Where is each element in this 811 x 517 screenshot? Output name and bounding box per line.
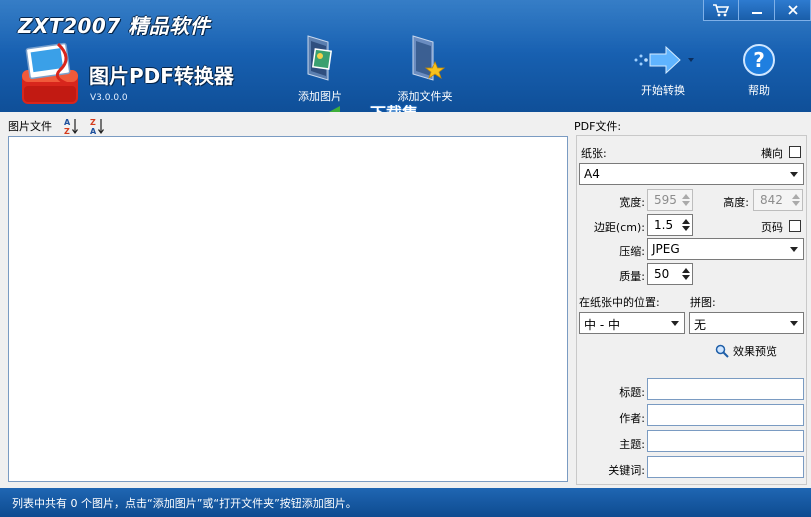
status-bar: 列表中共有 0 个图片，点击“添加图片”或“打开文件夹”按钮添加图片。	[0, 488, 811, 517]
status-text: 列表中共有 0 个图片，点击“添加图片”或“打开文件夹”按钮添加图片。	[12, 497, 357, 510]
sort-az-icon[interactable]: A Z	[64, 117, 78, 135]
quality-label: 质量:	[619, 270, 645, 283]
add-image-label: 添加图片	[298, 90, 342, 103]
doc-subject-input[interactable]	[647, 430, 804, 452]
landscape-checkbox[interactable]	[789, 146, 801, 158]
spin-down-icon	[682, 201, 690, 206]
magnifier-icon	[715, 344, 729, 358]
doc-author-input[interactable]	[647, 404, 804, 426]
width-value: 595	[654, 193, 677, 207]
add-image-icon	[307, 35, 333, 81]
compress-select-value: JPEG	[652, 242, 680, 256]
spin-down-icon[interactable]	[682, 226, 690, 231]
chevron-down-icon	[790, 247, 798, 252]
width-label: 宽度:	[619, 196, 645, 209]
position-select-value: 中 - 中	[584, 318, 620, 332]
position-label: 在纸张中的位置:	[579, 296, 660, 309]
minimize-button[interactable]	[739, 0, 775, 21]
compress-select[interactable]: JPEG	[647, 238, 804, 260]
app-title: 图片PDF转换器	[89, 64, 234, 88]
quality-value: 50	[654, 267, 670, 281]
cart-button[interactable]	[703, 0, 739, 21]
height-stepper: 842	[753, 189, 803, 211]
margin-value: 1.5	[654, 218, 674, 232]
chevron-down-icon	[790, 321, 798, 326]
width-stepper: 595	[647, 189, 693, 211]
start-convert-button[interactable]: 开始转换	[628, 42, 698, 98]
page-number-checkbox[interactable]	[789, 220, 801, 232]
doc-keywords-label: 关键词:	[608, 464, 645, 477]
title-bar-header: ZXT2007 精品软件 图片PDF转换器 V3.0.0.0 添加图片 添加文件…	[0, 0, 811, 112]
svg-text:A: A	[64, 118, 71, 127]
close-icon	[787, 5, 798, 15]
help-button[interactable]: ? 帮助	[736, 42, 782, 98]
spin-up-icon[interactable]	[682, 219, 690, 224]
spin-down-icon	[792, 201, 800, 206]
compress-label: 压缩:	[619, 245, 645, 258]
app-version: V3.0.0.0	[90, 93, 128, 103]
margin-stepper[interactable]: 1.5	[647, 214, 693, 236]
image-list-header: 图片文件 A Z Z A	[8, 116, 104, 136]
app-logo-icon	[22, 42, 78, 104]
quality-stepper[interactable]: 50	[647, 263, 693, 285]
doc-title-input[interactable]	[647, 378, 804, 400]
landscape-label: 横向	[761, 147, 783, 160]
doc-keywords-input[interactable]	[647, 456, 804, 478]
preview-button[interactable]: 效果预览	[715, 343, 777, 359]
svg-text:A: A	[90, 127, 97, 135]
close-button[interactable]	[775, 0, 811, 21]
add-folder-icon	[412, 35, 445, 81]
margin-label: 边距(cm):	[593, 221, 645, 234]
paper-label: 纸张:	[581, 147, 607, 160]
add-folder-button[interactable]: 添加文件夹	[392, 32, 458, 104]
add-folder-label: 添加文件夹	[397, 90, 453, 103]
page-number-label: 页码	[761, 221, 783, 234]
help-label: 帮助	[748, 84, 770, 97]
doc-author-label: 作者:	[619, 412, 645, 425]
spin-up-icon[interactable]	[682, 268, 690, 273]
arrow-right-icon	[634, 45, 694, 75]
image-list-label: 图片文件	[8, 120, 52, 133]
paper-select-value: A4	[584, 167, 600, 181]
sort-za-icon[interactable]: Z A	[90, 117, 104, 135]
image-list-pane: 图片文件 A Z Z A	[0, 112, 572, 488]
pdf-settings-pane: PDF文件: 纸张: 横向 A4 宽度: 595 高度: 842 边距(cm):…	[572, 112, 811, 488]
minimize-icon	[751, 12, 762, 14]
start-convert-label: 开始转换	[641, 84, 685, 97]
height-label: 高度:	[723, 196, 749, 209]
main-content: 图片文件 A Z Z A PDF文件: 纸张: 横向 A4 宽度: 595 高度…	[0, 112, 811, 488]
svg-text:?: ?	[753, 48, 765, 72]
cart-icon	[713, 4, 730, 17]
spin-up-icon	[792, 194, 800, 199]
pdf-file-label: PDF文件:	[574, 120, 622, 133]
add-image-button[interactable]: 添加图片	[290, 32, 350, 104]
pdf-settings-group: 纸张: 横向 A4 宽度: 595 高度: 842 边距(cm): 1.5 页码…	[576, 135, 807, 485]
spin-up-icon	[682, 194, 690, 199]
image-list[interactable]	[8, 136, 568, 482]
svg-text:Z: Z	[64, 127, 70, 135]
position-select[interactable]: 中 - 中	[579, 312, 685, 334]
chevron-down-icon	[790, 172, 798, 177]
spin-down-icon[interactable]	[682, 275, 690, 280]
window-controls	[703, 0, 811, 22]
preview-label: 效果预览	[733, 345, 777, 358]
help-icon: ?	[743, 44, 775, 76]
height-value: 842	[760, 193, 783, 207]
doc-title-label: 标题:	[619, 386, 645, 399]
collage-select-value: 无	[694, 318, 707, 332]
app-name: ZXT2007 精品软件	[18, 14, 211, 38]
svg-text:Z: Z	[90, 118, 96, 127]
collage-select[interactable]: 无	[689, 312, 804, 334]
paper-select[interactable]: A4	[579, 163, 804, 185]
chevron-down-icon	[671, 321, 679, 326]
collage-label: 拼图:	[690, 296, 716, 309]
doc-subject-label: 主题:	[619, 438, 645, 451]
